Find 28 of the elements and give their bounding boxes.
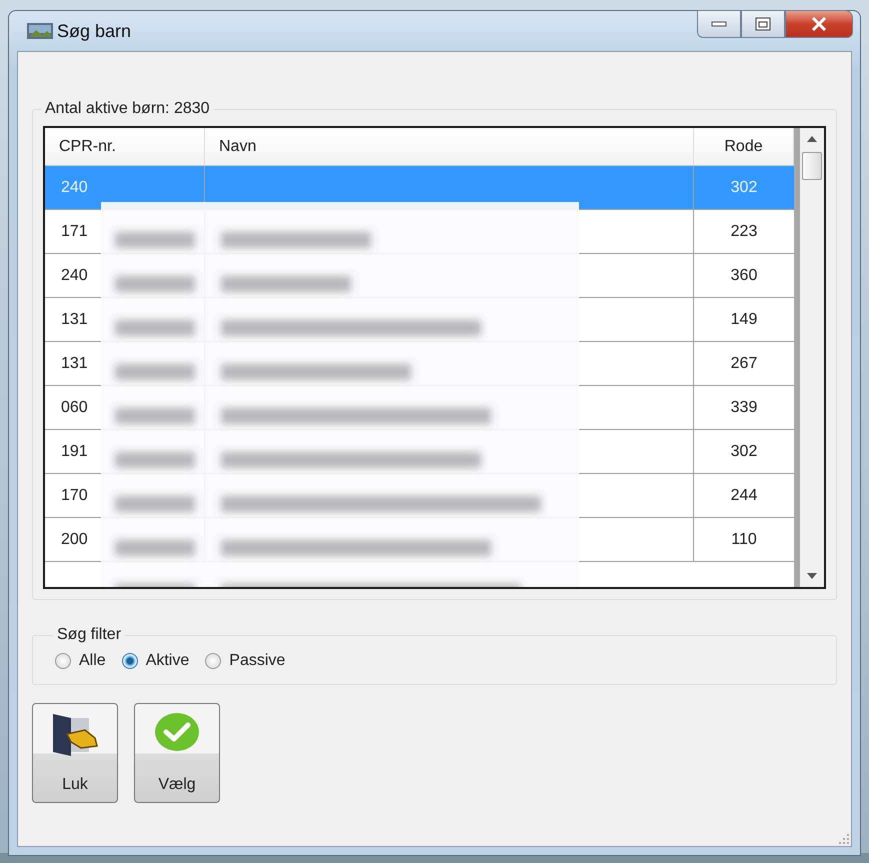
app-icon (27, 21, 53, 41)
close-button[interactable]: Luk (32, 703, 118, 803)
radio-option[interactable]: Alle (55, 652, 106, 670)
column-header[interactable]: CPR-nr. (45, 128, 205, 166)
checkmark-icon (154, 712, 200, 752)
select-button[interactable]: Vælg (134, 703, 220, 803)
scrollbar[interactable] (794, 128, 824, 587)
group-title: Søg filter (56, 626, 122, 644)
radio-icon[interactable] (55, 653, 71, 669)
radio-option[interactable]: Passive (205, 652, 286, 670)
scroll-thumb[interactable] (802, 152, 822, 180)
column-header[interactable]: Navn (205, 128, 694, 166)
scroll-down-icon[interactable] (807, 573, 817, 579)
minimize-icon (711, 21, 727, 27)
radio-icon[interactable] (122, 653, 138, 669)
group-title: Antal aktive børn: 2830 (44, 100, 211, 118)
maximize-icon (755, 17, 771, 31)
maximize-button[interactable] (741, 10, 785, 38)
column-header[interactable]: Rode (694, 128, 794, 166)
close-icon (811, 17, 827, 31)
window-title: Søg barn (57, 20, 132, 42)
radio-option[interactable]: Aktive (122, 652, 190, 670)
minimize-button[interactable] (697, 10, 741, 38)
scroll-up-icon[interactable] (807, 136, 817, 142)
resize-grip-icon[interactable] (838, 833, 850, 845)
table-cell: 302 (694, 166, 794, 210)
radio-icon[interactable] (205, 653, 222, 669)
close-button[interactable] (785, 10, 853, 38)
